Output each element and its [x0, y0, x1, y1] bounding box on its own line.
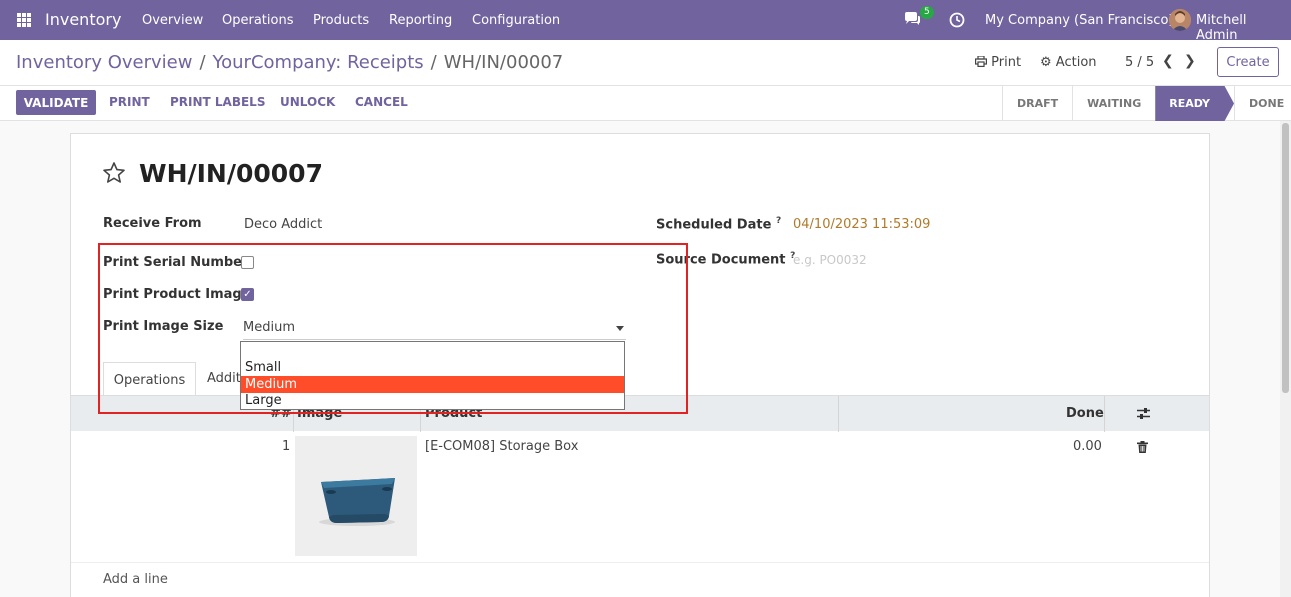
chevron-right-icon[interactable]: ❯: [1184, 53, 1196, 69]
row-done-qty[interactable]: 0.00: [1073, 439, 1102, 454]
scheduled-date-field[interactable]: 04/10/2023 11:53:09: [793, 217, 930, 232]
col-done: Done: [1066, 406, 1104, 421]
product-image: [295, 436, 417, 556]
receive-from-field[interactable]: Deco Addict: [244, 217, 322, 232]
row-index: 1: [282, 439, 291, 454]
receive-from-label: Receive From: [103, 216, 202, 231]
cancel-button[interactable]: CANCEL: [355, 95, 408, 109]
apps-grid-icon[interactable]: [17, 13, 31, 27]
row-product[interactable]: [E-COM08] Storage Box: [425, 439, 578, 454]
action-menu-button[interactable]: ⚙ Action: [1040, 55, 1097, 70]
page-scrollbar[interactable]: [1280, 121, 1291, 597]
stage-waiting: WAITING: [1072, 86, 1155, 121]
gear-icon: ⚙: [1040, 55, 1052, 70]
print-labels-button[interactable]: PRINT LABELS: [170, 95, 265, 109]
chevron-left-icon[interactable]: ❮: [1162, 53, 1174, 69]
create-button[interactable]: Create: [1217, 47, 1279, 77]
app-brand[interactable]: Inventory: [45, 10, 121, 29]
chat-icon[interactable]: [904, 12, 920, 26]
stage-draft: DRAFT: [1002, 86, 1072, 121]
clock-icon[interactable]: [949, 12, 965, 28]
source-document-field[interactable]: e.g. PO0032: [793, 253, 867, 267]
breadcrumb-receipts[interactable]: YourCompany: Receipts: [213, 52, 424, 73]
top-navbar: Inventory Overview Operations Products R…: [0, 0, 1291, 43]
sliders-icon[interactable]: [1137, 407, 1150, 420]
stage-pipeline: DRAFT WAITING READY DONE: [1002, 86, 1291, 121]
menu-products[interactable]: Products: [313, 13, 369, 28]
printer-icon: [975, 55, 988, 68]
add-line-link[interactable]: Add a line: [103, 572, 168, 587]
user-menu[interactable]: Mitchell Admin: [1196, 13, 1291, 43]
breadcrumb-inventory-overview[interactable]: Inventory Overview: [16, 52, 192, 73]
pager-value[interactable]: 5 / 5: [1125, 55, 1154, 70]
annotation-highlight-box: [98, 243, 688, 414]
control-panel: Inventory Overview / YourCompany: Receipts…: [0, 40, 1291, 86]
menu-operations[interactable]: Operations: [222, 13, 293, 28]
record-title: WH/IN/00007: [139, 159, 323, 188]
unlock-button[interactable]: UNLOCK: [280, 95, 335, 109]
table-row[interactable]: 1 [E-COM08] Storage Box 0.00: [71, 431, 1209, 563]
print-menu-button[interactable]: Print: [975, 55, 1021, 70]
stage-done: DONE: [1234, 86, 1291, 121]
storage-box-image: [319, 478, 395, 526]
breadcrumb: Inventory Overview / YourCompany: Receipts…: [16, 52, 564, 73]
menu-reporting[interactable]: Reporting: [389, 13, 452, 28]
form-sheet: WH/IN/00007 Receive From Deco Addict Sch…: [70, 133, 1210, 597]
breadcrumb-current: WH/IN/00007: [443, 52, 564, 73]
menu-overview[interactable]: Overview: [142, 13, 203, 28]
scheduled-date-label: Scheduled Date ?: [656, 216, 782, 233]
print-button[interactable]: PRINT: [109, 95, 150, 109]
stage-ready: READY: [1155, 86, 1235, 121]
status-bar: VALIDATE PRINT PRINT LABELS UNLOCK CANCE…: [0, 86, 1291, 121]
user-avatar[interactable]: [1169, 9, 1191, 31]
company-switcher[interactable]: My Company (San Francisco): [985, 13, 1173, 28]
action-label: Action: [1055, 55, 1097, 70]
trash-icon[interactable]: [1137, 441, 1148, 453]
star-icon[interactable]: [102, 161, 126, 185]
print-label: Print: [991, 55, 1022, 70]
scrollbar-thumb[interactable]: [1282, 123, 1289, 393]
chat-badge: 5: [920, 6, 934, 19]
validate-button[interactable]: VALIDATE: [16, 90, 96, 115]
menu-configuration[interactable]: Configuration: [472, 13, 560, 28]
